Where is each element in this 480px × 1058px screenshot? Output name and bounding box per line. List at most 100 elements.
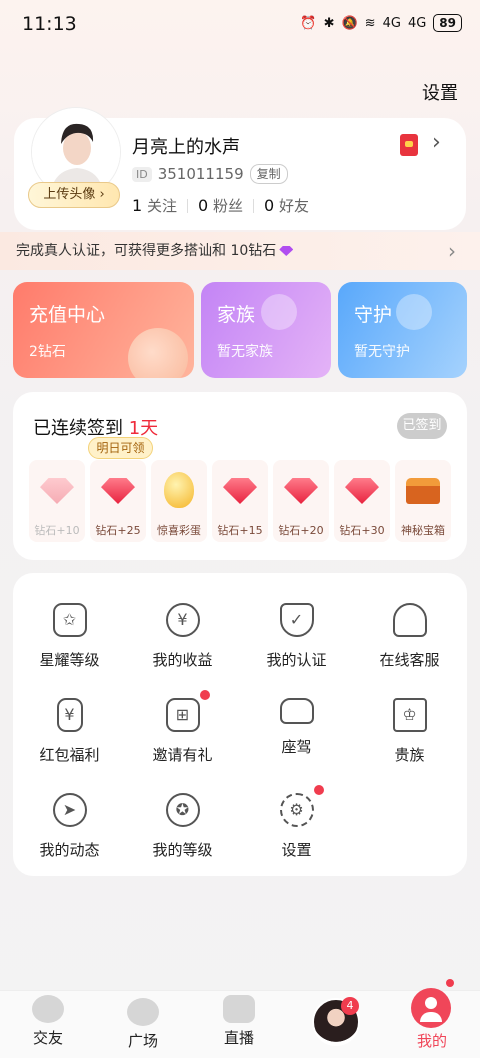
menu-label: 星耀等级 xyxy=(39,651,100,669)
chevron-right-icon: › xyxy=(448,239,456,263)
menu-item-verification[interactable]: ✓ 我的认证 xyxy=(240,603,353,670)
menu-label: 我的认证 xyxy=(266,651,327,669)
settings-link[interactable]: 设置 xyxy=(422,79,458,105)
diamond-icon xyxy=(284,478,318,504)
signin-day-label: 钻石+30 xyxy=(339,524,385,537)
signin-day[interactable]: 钻石+15 xyxy=(212,460,268,542)
recharge-card[interactable]: 充值中心 2钻石 xyxy=(13,282,194,378)
menu-label: 我的等级 xyxy=(152,841,213,859)
copy-id-button[interactable]: 复制 xyxy=(249,164,288,184)
menu-item-red-packet[interactable]: ¥ 红包福利 xyxy=(13,698,126,765)
fans-count: 0 xyxy=(197,196,209,215)
menu-item-settings[interactable]: ⚙ 设置 xyxy=(240,785,353,860)
car-icon xyxy=(279,698,314,724)
heart-icon xyxy=(32,995,64,1023)
tomorrow-badge: 明日可领 xyxy=(88,437,153,459)
signin-day[interactable]: 钻石+10 xyxy=(29,460,85,542)
divider xyxy=(186,198,188,213)
nav-item-live[interactable]: 直播 xyxy=(213,995,265,1048)
nav-item-me[interactable]: 我的 xyxy=(406,1030,458,1051)
follow-label: 关注 xyxy=(146,197,177,215)
nav-label: 直播 xyxy=(223,1029,254,1047)
follow-count: 1 xyxy=(132,196,143,215)
menu-item-earnings[interactable]: ¥ 我的收益 xyxy=(126,603,239,670)
diamond-icon xyxy=(223,478,257,504)
divider xyxy=(252,198,254,213)
diamond-icon xyxy=(101,478,135,504)
menu-item-support[interactable]: 在线客服 xyxy=(353,603,466,670)
friends-stat[interactable]: 0 好友 xyxy=(264,195,309,216)
signal-label-1: 4G xyxy=(382,15,401,31)
menu-item-level[interactable]: ✪ 我的等级 xyxy=(126,793,239,860)
fans-stat[interactable]: 0 粉丝 xyxy=(198,195,243,216)
menu-label: 红包福利 xyxy=(39,746,100,764)
menu-item-star-level[interactable]: ✩ 星耀等级 xyxy=(13,603,126,670)
signin-day[interactable]: 钻石+20 xyxy=(273,460,329,542)
id-tag: ID xyxy=(132,166,152,182)
follow-stat[interactable]: 1 关注 xyxy=(132,195,177,216)
status-icons: ⏰ ✱ 🔕 ≋ 4G 4G 89 xyxy=(300,14,462,32)
card-title: 充值中心 xyxy=(29,304,106,326)
diamond-icon xyxy=(279,246,294,256)
signin-day-label: 惊喜彩蛋 xyxy=(157,524,201,537)
gear-icon: ⚙ xyxy=(279,785,324,827)
diamond-icon xyxy=(40,478,74,504)
menu-label: 我的动态 xyxy=(39,841,100,859)
nav-item-square[interactable]: 广场 xyxy=(117,998,169,1051)
fans-label: 粉丝 xyxy=(212,197,243,215)
signin-day-label: 钻石+20 xyxy=(278,524,324,537)
battery-indicator: 89 xyxy=(433,14,462,32)
signin-day-label: 钻石+15 xyxy=(217,524,263,537)
user-icon-head xyxy=(425,997,437,1009)
message-count-badge: 4 xyxy=(341,997,359,1015)
social-counts: 1 关注 0 粉丝 0 好友 xyxy=(132,195,309,216)
crown-icon: ♔ xyxy=(392,698,427,732)
chest-icon xyxy=(406,478,440,504)
menu-item-car[interactable]: 座驾 xyxy=(240,698,353,757)
red-packet-icon[interactable] xyxy=(400,134,418,156)
compass-icon xyxy=(127,998,159,1026)
notification-dot xyxy=(446,979,454,987)
headset-icon xyxy=(392,603,427,637)
status-bar: 11:13 ⏰ ✱ 🔕 ≋ 4G 4G 89 xyxy=(0,0,480,48)
family-icon xyxy=(261,294,297,330)
nav-label: 交友 xyxy=(32,1029,63,1047)
shield-check-icon: ✓ xyxy=(279,603,314,637)
nav-item-friends[interactable]: 交友 xyxy=(22,995,74,1048)
signed-button[interactable]: 已签到 xyxy=(397,413,447,439)
wifi-icon: ≋ xyxy=(364,15,376,31)
signin-day[interactable]: 钻石+25 xyxy=(90,460,146,542)
diamond-icon xyxy=(345,478,379,504)
menu-label: 在线客服 xyxy=(379,651,440,669)
signin-day-label: 钻石+10 xyxy=(34,524,80,537)
signin-title-text: 已连续签到 xyxy=(33,418,123,439)
signal-label-2: 4G xyxy=(407,15,427,31)
nav-label: 广场 xyxy=(127,1032,158,1050)
heart-icon xyxy=(396,294,432,330)
family-card[interactable]: 家族 暂无家族 xyxy=(201,282,331,378)
signin-day[interactable]: 惊喜彩蛋 xyxy=(151,460,207,542)
menu-label: 贵族 xyxy=(394,746,425,764)
gift-icon: ⊞ xyxy=(165,690,210,732)
signin-day[interactable]: 神秘宝箱 xyxy=(395,460,451,542)
menu-label: 座驾 xyxy=(281,738,312,756)
egg-icon xyxy=(164,472,194,508)
verify-banner[interactable]: 完成真人认证，可获得更多搭讪和 10钻石 › xyxy=(0,232,480,270)
signin-streak: 1天 xyxy=(128,418,159,439)
menu-item-invite[interactable]: ⊞ 邀请有礼 xyxy=(126,690,239,765)
chevron-right-icon[interactable]: › xyxy=(432,130,441,155)
menu-item-moments[interactable]: ➤ 我的动态 xyxy=(13,793,126,860)
signin-day-label: 钻石+25 xyxy=(95,524,141,537)
signin-day[interactable]: 钻石+30 xyxy=(334,460,390,542)
friends-label: 好友 xyxy=(278,197,309,215)
bluetooth-icon: ✱ xyxy=(323,15,335,31)
upload-avatar-label: 上传头像 xyxy=(43,187,96,202)
user-id: 351011159 xyxy=(157,165,244,183)
notification-dot xyxy=(199,690,210,700)
mute-icon: 🔕 xyxy=(341,15,358,31)
verify-text: 完成真人认证，可获得更多搭讪和 10钻石 xyxy=(16,243,277,259)
guard-card[interactable]: 守护 暂无守护 xyxy=(338,282,467,378)
menu-item-noble[interactable]: ♔ 贵族 xyxy=(353,698,466,765)
star-badge-icon: ✩ xyxy=(52,603,87,637)
upload-avatar-button[interactable]: 上传头像 › xyxy=(28,182,120,208)
